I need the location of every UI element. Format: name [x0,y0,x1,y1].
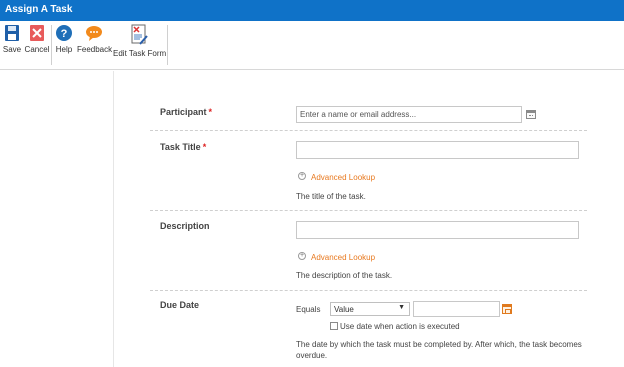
due-date-select-text: Value [334,305,354,314]
edit-task-form-button[interactable]: Edit Task Form [113,24,167,58]
calendar-icon[interactable] [502,304,512,314]
help-label: Help [55,45,73,54]
feedback-button[interactable]: Feedback [77,24,113,54]
description-label: Description [160,221,210,231]
description-help-text: The description of the task. [296,271,393,280]
save-button[interactable]: Save [2,24,22,54]
save-icon [5,25,19,41]
window-title: Assign A Task [5,4,73,15]
task-title-label-text: Task Title [160,142,201,152]
help-button[interactable]: ? Help [54,24,74,54]
edit-task-form-label: Edit Task Form [113,49,167,58]
description-label-text: Description [160,221,210,231]
task-title-advanced-lookup-link[interactable]: Advanced Lookup [311,173,375,182]
task-title-label: Task Title * [160,142,206,152]
feedback-label: Feedback [77,45,113,54]
section-divider [150,290,587,291]
required-marker: * [202,142,207,152]
help-icon: ? [56,25,72,41]
task-title-input[interactable] [296,141,579,159]
cancel-icon [30,25,44,41]
description-advanced-lookup-link[interactable]: Advanced Lookup [311,253,375,262]
left-pane [0,71,114,367]
task-title-help-text: The title of the task. [296,192,366,201]
expand-plus-icon[interactable]: + [298,172,306,180]
ribbon-toolbar: Save Cancel ? Help Feedback Edit Task Fo… [0,21,624,70]
participant-input[interactable] [296,106,522,123]
due-date-help-text-line1: The date by which the task must be compl… [296,340,582,349]
section-divider [150,210,587,211]
use-date-checkbox-label: Use date when action is executed [340,322,460,331]
due-date-help-text-line2: overdue. [296,351,328,360]
chevron-down-icon: ▼ [398,304,405,311]
due-date-label: Due Date [160,300,199,310]
section-divider [150,130,587,131]
participant-label: Participant * [160,107,212,117]
required-marker: * [208,107,213,117]
address-book-icon[interactable] [526,110,536,119]
svg-text:?: ? [61,28,68,40]
cancel-button[interactable]: Cancel [24,24,50,54]
due-date-input[interactable] [413,301,500,317]
edit-form-icon [131,24,148,45]
cancel-label: Cancel [24,45,50,54]
expand-plus-icon[interactable]: + [298,252,306,260]
save-label: Save [2,45,22,54]
due-date-value-select[interactable]: Value ▼ [330,302,410,316]
description-input[interactable] [296,221,579,239]
participant-label-text: Participant [160,107,207,117]
toolbar-separator [167,25,168,65]
use-date-when-executed-checkbox[interactable] [330,322,338,330]
due-date-operator: Equals [296,305,321,314]
toolbar-separator [51,25,52,65]
title-bar: Assign A Task [0,0,624,21]
feedback-icon [86,26,102,41]
due-date-label-text: Due Date [160,300,200,310]
